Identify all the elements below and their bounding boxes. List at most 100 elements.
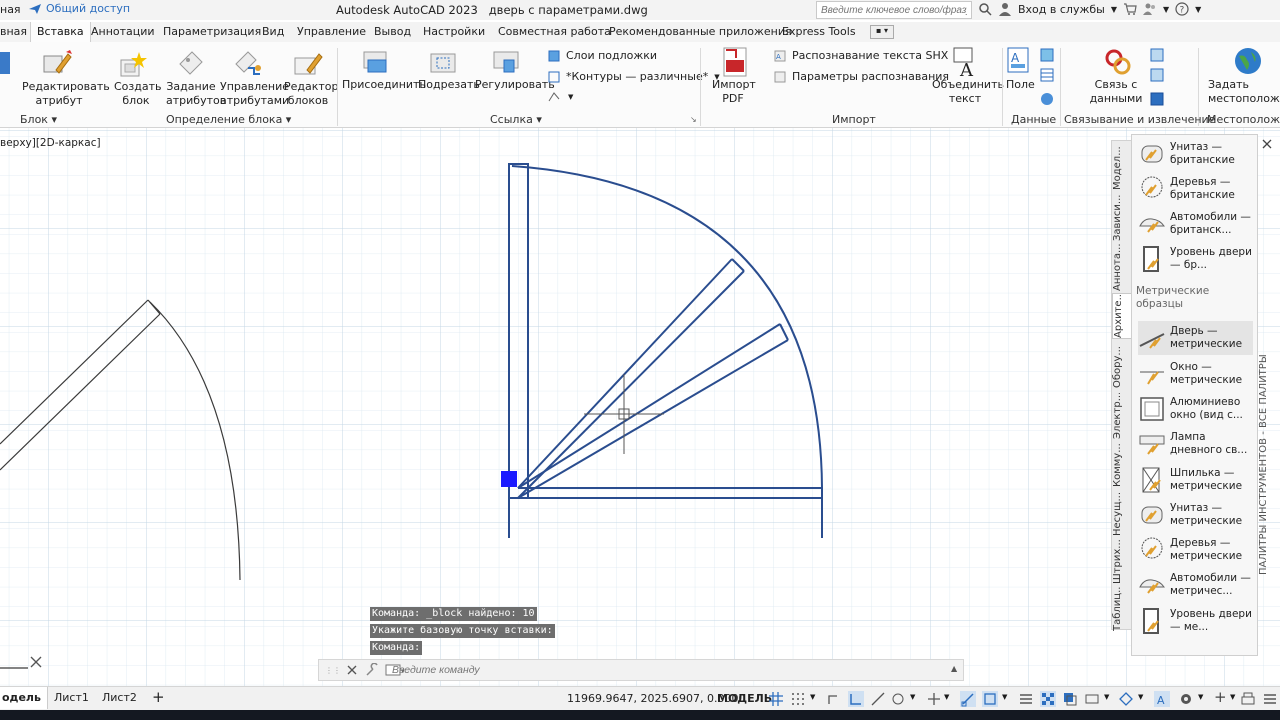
snap-underlay-dropdown[interactable]: ▼ (548, 91, 573, 103)
chevron-down-icon[interactable]: ▼ (1230, 693, 1235, 701)
palette-side-title[interactable]: ПАЛИТРЫ ИНСТРУМЕНТОВ - ВСЕ ПАЛИТРЫ (1258, 300, 1278, 630)
insertion-grip[interactable] (501, 471, 517, 487)
add-icon[interactable]: + (1214, 688, 1227, 706)
close-icon[interactable] (345, 663, 359, 677)
grip-handle-icon[interactable]: ⋮⋮ (325, 666, 341, 675)
drawing-canvas[interactable] (0, 128, 1280, 686)
dynamic-ucs-icon[interactable] (1084, 691, 1100, 707)
adjust-button[interactable]: Регулировать (475, 78, 555, 92)
frames-dropdown[interactable]: *Контуры — различные* ▼ (548, 70, 720, 83)
chevron-down-icon[interactable]: ▼ (1163, 5, 1169, 14)
layout-tab-model[interactable]: одель (0, 687, 48, 709)
chevron-down-icon[interactable]: ▼ (1104, 693, 1109, 701)
table-icon[interactable] (1040, 68, 1054, 82)
insert-block-icon[interactable] (0, 48, 12, 76)
hyperlink-icon[interactable] (1040, 92, 1054, 106)
lineweight-icon[interactable] (1018, 691, 1034, 707)
snap-icon[interactable] (790, 691, 806, 707)
drawing-viewport[interactable] (0, 128, 1280, 686)
chevron-down-icon[interactable]: ▼ (910, 693, 915, 701)
grid-icon[interactable] (768, 691, 784, 707)
create-block-icon[interactable] (117, 50, 149, 80)
field-button[interactable]: Поле (1006, 78, 1035, 92)
field-icon[interactable]: A (1006, 46, 1032, 74)
import-pdf-icon[interactable] (720, 46, 750, 78)
palette-item-cars-metric[interactable]: Автомобили — метричес... (1138, 568, 1253, 602)
palette-item-toilet-british[interactable]: Унитаз — британские (1138, 137, 1253, 171)
viewport-controls[interactable]: верху][2D-каркас] (0, 137, 101, 149)
data-link-icon[interactable] (1102, 46, 1132, 78)
clip-button[interactable]: Подрезать (418, 78, 480, 92)
ortho-icon[interactable] (848, 691, 864, 707)
chevron-down-icon[interactable]: ▼ (1198, 693, 1203, 701)
infer-constraints-icon[interactable] (826, 691, 842, 707)
globe-icon[interactable] (1233, 46, 1263, 76)
palette-item-trees-metric[interactable]: Деревья — метрические (1138, 533, 1253, 567)
object-snap-icon[interactable] (960, 691, 976, 707)
palette-item-aluminum-window[interactable]: Алюминиево окно (вид с... (1138, 392, 1253, 426)
create-block-button[interactable]: Создать блок (114, 80, 162, 108)
tab-featured[interactable]: Рекомендованные приложения (609, 25, 792, 38)
extract-data-icon[interactable] (1150, 48, 1164, 62)
tab-express[interactable]: Express Tools (782, 25, 856, 38)
object-snap-tracking-icon[interactable] (926, 691, 942, 707)
model-space-button[interactable]: МОДЕЛЬ (717, 692, 772, 705)
signin-button[interactable]: Вход в службы (1018, 3, 1105, 16)
combine-text-icon[interactable]: A (950, 46, 982, 78)
gizmo-icon[interactable] (1118, 691, 1134, 707)
add-layout-icon[interactable]: + (152, 688, 165, 706)
panel-label-block-definition[interactable]: Определение блока ▾ (166, 113, 291, 126)
tab-output[interactable]: Вывод (374, 25, 411, 38)
upload-to-source-icon[interactable] (1150, 92, 1164, 106)
palette-item-toilet-metric[interactable]: Унитаз — метрические (1138, 498, 1253, 532)
tab-overflow-icon[interactable]: ▪ ▾ (870, 25, 894, 39)
attach-icon[interactable] (362, 48, 392, 76)
search-icon[interactable] (978, 2, 992, 16)
layout-tab-sheet1[interactable]: Лист1 (54, 691, 89, 704)
set-location-button[interactable]: Задать местоположение (1206, 78, 1280, 106)
transparency-icon[interactable] (1040, 691, 1056, 707)
user-icon[interactable] (998, 2, 1012, 16)
dialog-launcher-icon[interactable]: ↘ (690, 115, 697, 124)
adjust-icon[interactable] (492, 48, 522, 76)
annotation-scale-icon[interactable]: A (1154, 691, 1170, 707)
block-editor-icon[interactable] (293, 48, 323, 78)
tab-insert[interactable]: Вставка (30, 22, 91, 44)
define-attributes-icon[interactable] (176, 48, 204, 78)
command-input[interactable] (392, 661, 812, 679)
cart-icon[interactable] (1123, 2, 1137, 16)
panel-label-block[interactable]: Блок ▾ (20, 113, 57, 126)
chevron-down-icon[interactable]: ▼ (1002, 693, 1007, 701)
manage-attributes-icon[interactable] (234, 48, 264, 78)
tab-collaborate[interactable]: Совместная работа (498, 25, 611, 38)
update-fields-icon[interactable] (1040, 48, 1054, 62)
selection-cycling-icon[interactable] (1062, 691, 1078, 707)
download-from-source-icon[interactable] (1150, 68, 1164, 82)
tab-manage[interactable]: Управление (297, 25, 366, 38)
printer-icon[interactable] (1240, 691, 1256, 707)
define-attributes-button[interactable]: Задание атрибутов (166, 80, 226, 108)
wrench-icon[interactable] (365, 663, 381, 677)
attach-button[interactable]: Присоединить (342, 78, 426, 92)
gear-icon[interactable] (1178, 691, 1194, 707)
customize-menu-icon[interactable] (1262, 691, 1278, 707)
isodraft-icon[interactable] (890, 691, 906, 707)
palette-item-cars-british[interactable]: Автомобили — британск... (1138, 207, 1253, 241)
tab-view[interactable]: Вид (262, 25, 284, 38)
import-pdf-button[interactable]: Импорт PDF (712, 78, 756, 106)
palette-item-window-metric[interactable]: Окно — метрические (1138, 357, 1253, 391)
chevron-down-icon[interactable]: ▼ (810, 693, 815, 701)
edit-attribute-button[interactable]: Редактировать атрибут (22, 80, 110, 108)
palette-item-stud[interactable]: Шпилька — метрические (1138, 463, 1253, 497)
edit-attribute-icon[interactable] (42, 48, 72, 78)
help-icon[interactable]: ? (1175, 2, 1189, 16)
tab-annotate[interactable]: Аннотации (91, 25, 155, 38)
tab-parametric[interactable]: Параметризация (163, 25, 261, 38)
recognize-shx-button[interactable]: A Распознавание текста SHX (774, 49, 948, 62)
palette-item-door-level-metric[interactable]: Уровень двери — ме... (1138, 604, 1253, 638)
palette-item-lamp[interactable]: Лампа дневного св... (1138, 427, 1253, 461)
close-icon[interactable] (1261, 138, 1273, 150)
panel-label-reference[interactable]: Ссылка ▾ (490, 113, 542, 126)
palette-item-door-metric[interactable]: Дверь — метрические (1138, 321, 1253, 355)
clip-icon[interactable] (429, 48, 459, 76)
